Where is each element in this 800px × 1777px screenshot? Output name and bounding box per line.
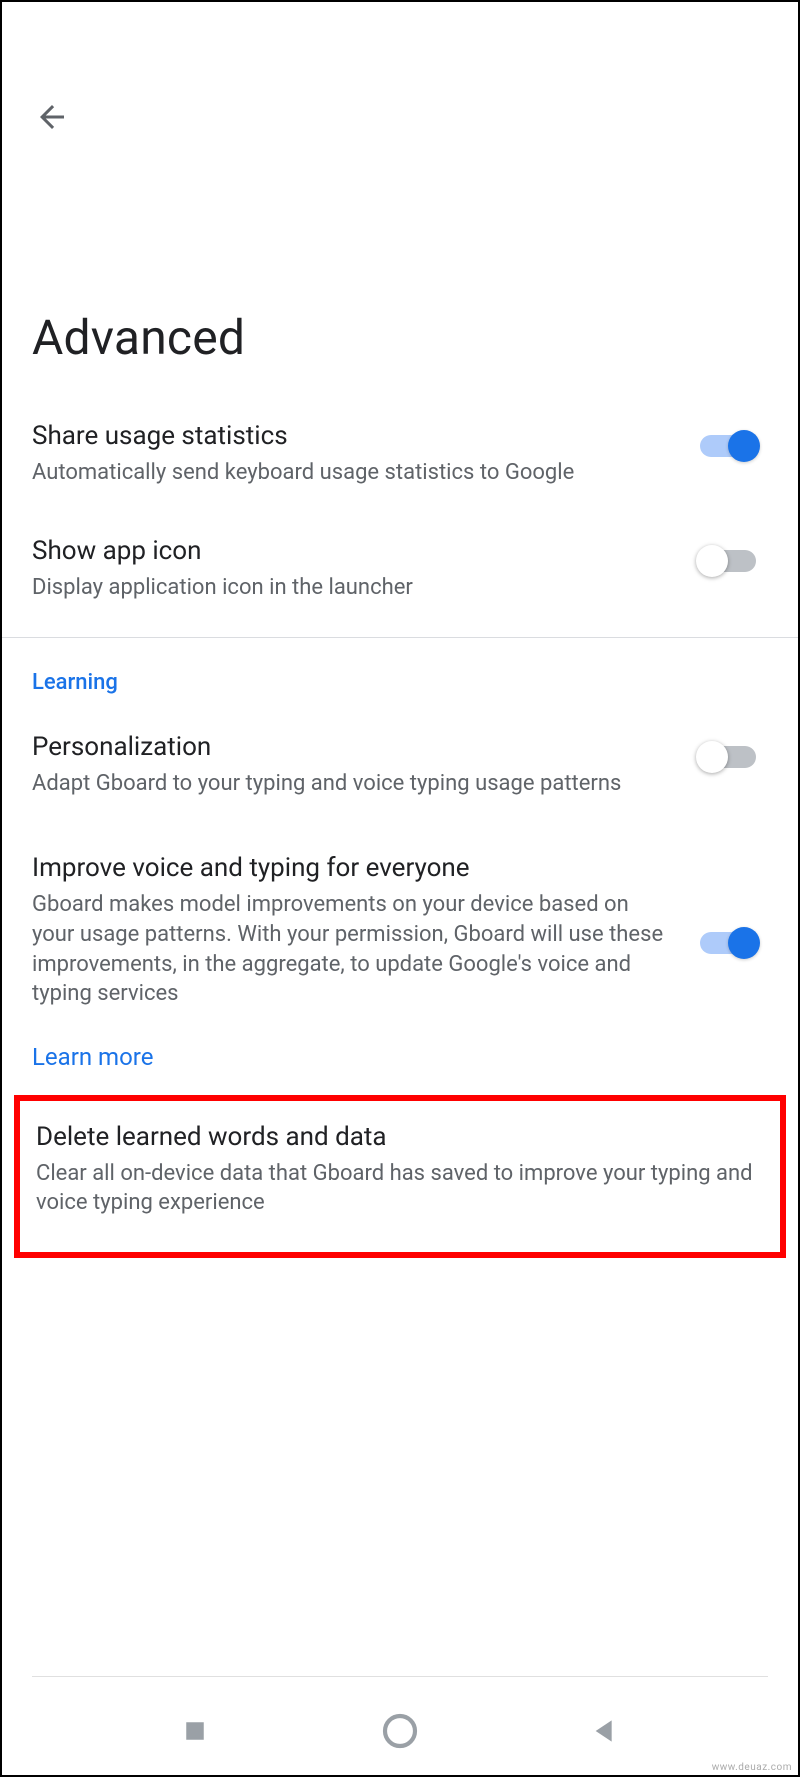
switch-thumb xyxy=(696,545,728,577)
toggle-personalization[interactable] xyxy=(700,739,760,759)
arrow-back-icon xyxy=(34,99,70,135)
setting-title: Show app icon xyxy=(32,535,670,569)
setting-title: Improve voice and typing for everyone xyxy=(32,852,670,886)
setting-share-usage[interactable]: Share usage statistics Automatically sen… xyxy=(2,396,798,511)
learn-more-link[interactable]: Learn more xyxy=(2,1033,798,1075)
setting-title: Delete learned words and data xyxy=(36,1121,764,1155)
setting-desc: Clear all on-device data that Gboard has… xyxy=(36,1159,764,1218)
back-button[interactable] xyxy=(32,97,72,137)
square-icon xyxy=(180,1716,210,1746)
setting-personalization[interactable]: Personalization Adapt Gboard to your typ… xyxy=(2,707,798,822)
setting-show-app-icon[interactable]: Show app icon Display application icon i… xyxy=(2,511,798,626)
setting-desc: Display application icon in the launcher xyxy=(32,573,670,603)
watermark: www.deuaz.com xyxy=(712,1762,792,1773)
switch-thumb xyxy=(728,430,760,462)
toggle-share-usage[interactable] xyxy=(700,428,760,448)
setting-text: Share usage statistics Automatically sen… xyxy=(32,420,700,487)
setting-text: Show app icon Display application icon i… xyxy=(32,535,700,602)
toggle-improve-voice-typing[interactable] xyxy=(700,925,760,945)
setting-text: Improve voice and typing for everyone Gb… xyxy=(32,852,700,1009)
android-nav-bar xyxy=(2,1687,798,1775)
triangle-back-icon xyxy=(589,1715,621,1747)
nav-recent-apps-button[interactable] xyxy=(170,1706,220,1756)
switch-thumb xyxy=(728,927,760,959)
section-label-learning: Learning xyxy=(2,638,798,707)
switch-thumb xyxy=(696,741,728,773)
setting-text: Personalization Adapt Gboard to your typ… xyxy=(32,731,700,798)
setting-title: Personalization xyxy=(32,731,670,765)
nav-home-button[interactable] xyxy=(375,1706,425,1756)
page-title: Advanced xyxy=(2,159,798,396)
highlighted-setting-delete-learned[interactable]: Delete learned words and data Clear all … xyxy=(14,1095,786,1258)
setting-improve-voice-typing[interactable]: Improve voice and typing for everyone Gb… xyxy=(2,822,798,1033)
toggle-show-app-icon[interactable] xyxy=(700,543,760,563)
circle-icon xyxy=(380,1711,420,1751)
setting-desc: Automatically send keyboard usage statis… xyxy=(32,458,670,488)
setting-desc: Adapt Gboard to your typing and voice ty… xyxy=(32,769,670,799)
setting-desc: Gboard makes model improvements on your … xyxy=(32,890,670,1009)
setting-title: Share usage statistics xyxy=(32,420,670,454)
divider xyxy=(32,1676,768,1677)
nav-back-button[interactable] xyxy=(580,1706,630,1756)
